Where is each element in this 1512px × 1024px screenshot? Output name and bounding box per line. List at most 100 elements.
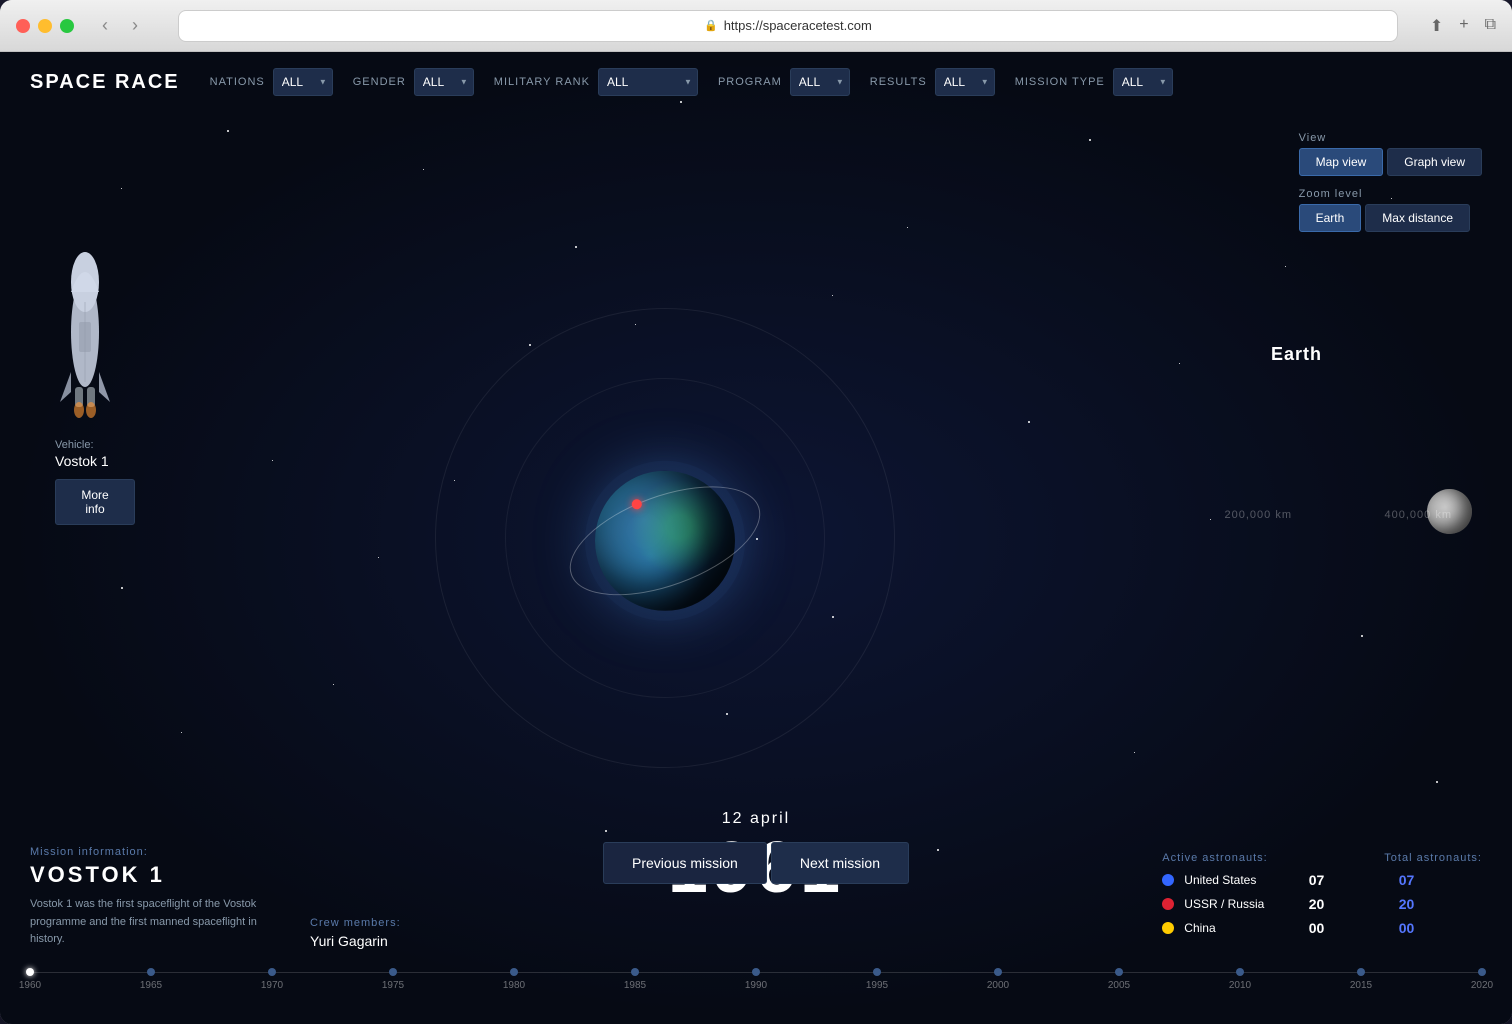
timeline-dot[interactable]: [1357, 968, 1365, 976]
view-btn-group: Map view Graph view: [1299, 148, 1482, 176]
timeline-year-label: 1990: [745, 980, 767, 991]
max-distance-zoom-button[interactable]: Max distance: [1365, 204, 1470, 232]
active-astronaut-row: USSR / Russia 20: [1162, 896, 1324, 912]
active-astronauts-label: Active astronauts:: [1162, 852, 1324, 864]
total-astronaut-row: 07: [1384, 872, 1482, 888]
earth-globe: [595, 471, 735, 611]
browser-window: ‹ › 🔒 https://spaceracetest.com ⬆ + ⧉: [0, 0, 1512, 1024]
vehicle-label: Vehicle:: [55, 439, 135, 451]
crew-name: Yuri Gagarin: [310, 933, 401, 949]
nations-select-wrapper: ALL: [273, 68, 333, 96]
total-astronauts-label: Total astronauts:: [1384, 852, 1482, 864]
earth-label: Earth: [1271, 344, 1322, 365]
timeline-dot[interactable]: [26, 968, 34, 976]
timeline-year-label: 1985: [624, 980, 646, 991]
crew-panel: Crew members: Yuri Gagarin: [310, 917, 401, 949]
close-button[interactable]: [16, 19, 30, 33]
minimize-button[interactable]: [38, 19, 52, 33]
app-header: SPACE RACE NATIONS ALL GENDER ALL: [0, 52, 1512, 112]
browser-nav: ‹ ›: [94, 11, 146, 40]
active-count: 20: [1294, 896, 1324, 912]
military-rank-select[interactable]: ALL: [598, 68, 698, 96]
rocket-container: Vehicle: Vostok 1 More info: [55, 242, 135, 525]
more-info-button[interactable]: More info: [55, 479, 135, 525]
total-count: 20: [1384, 896, 1414, 912]
timeline-year-label: 1970: [261, 980, 283, 991]
timeline-dot[interactable]: [631, 968, 639, 976]
sidebar-icon[interactable]: ⧉: [1485, 16, 1496, 36]
graph-view-button[interactable]: Graph view: [1387, 148, 1482, 176]
country-name: USSR / Russia: [1184, 897, 1284, 911]
map-view-button[interactable]: Map view: [1299, 148, 1384, 176]
forward-button[interactable]: ›: [124, 11, 146, 40]
distance-200k-label: 200,000 km: [1225, 509, 1292, 521]
app-logo: SPACE RACE: [30, 71, 180, 94]
nations-select[interactable]: ALL: [273, 68, 333, 96]
timeline-dot[interactable]: [994, 968, 1002, 976]
timeline-year-label: 2000: [987, 980, 1009, 991]
timeline-year-label: 2020: [1471, 980, 1493, 991]
total-astronauts-section: Total astronauts: 07 20 00: [1384, 852, 1482, 944]
right-controls: View Map view Graph view Zoom level Eart…: [1299, 132, 1482, 232]
new-tab-icon[interactable]: +: [1459, 16, 1468, 36]
country-name: United States: [1184, 873, 1284, 887]
timeline-dot[interactable]: [147, 968, 155, 976]
timeline: 1960196519701975198019851990199520002005…: [30, 964, 1482, 994]
nations-filter-label: NATIONS: [210, 76, 265, 88]
program-filter-group: PROGRAM ALL: [718, 68, 850, 96]
address-bar[interactable]: 🔒 https://spaceracetest.com: [178, 10, 1398, 42]
program-select[interactable]: ALL: [790, 68, 850, 96]
lock-icon: 🔒: [704, 19, 718, 32]
country-name: China: [1184, 921, 1284, 935]
military-rank-filter-label: MILITARY RANK: [494, 76, 590, 88]
app-content: SPACE RACE NATIONS ALL GENDER ALL: [0, 52, 1512, 1024]
spacecraft-dot: [631, 498, 644, 511]
crew-label: Crew members:: [310, 917, 401, 929]
timeline-dot[interactable]: [1115, 968, 1123, 976]
timeline-year-label: 2015: [1350, 980, 1372, 991]
earth-zoom-button[interactable]: Earth: [1299, 204, 1362, 232]
timeline-year-label: 1995: [866, 980, 888, 991]
maximize-button[interactable]: [60, 19, 74, 33]
total-astronaut-row: 20: [1384, 896, 1482, 912]
results-filter-group: RESULTS ALL: [870, 68, 995, 96]
gender-select-wrapper: ALL: [414, 68, 474, 96]
active-astronauts-list: United States 07 USSR / Russia 20 China …: [1162, 872, 1324, 936]
url-text: https://spaceracetest.com: [724, 18, 872, 33]
gender-filter-group: GENDER ALL: [353, 68, 474, 96]
filter-bar: NATIONS ALL GENDER ALL: [210, 68, 1482, 96]
rocket-image: [55, 242, 115, 422]
gender-select[interactable]: ALL: [414, 68, 474, 96]
military-rank-select-wrapper: ALL: [598, 68, 698, 96]
timeline-year-label: 1980: [503, 980, 525, 991]
active-astronaut-row: United States 07: [1162, 872, 1324, 888]
timeline-dot[interactable]: [1478, 968, 1486, 976]
date-day-month: 12 april: [668, 810, 844, 828]
timeline-dot[interactable]: [873, 968, 881, 976]
back-button[interactable]: ‹: [94, 11, 116, 40]
results-select-wrapper: ALL: [935, 68, 995, 96]
timeline-dot[interactable]: [1236, 968, 1244, 976]
nations-filter-group: NATIONS ALL: [210, 68, 333, 96]
timeline-year-label: 1960: [19, 980, 41, 991]
mission-info-label: Mission information:: [30, 846, 270, 858]
gender-filter-label: GENDER: [353, 76, 406, 88]
share-icon[interactable]: ⬆: [1430, 16, 1443, 36]
next-mission-button[interactable]: Next mission: [771, 842, 909, 884]
timeline-dot[interactable]: [268, 968, 276, 976]
previous-mission-button[interactable]: Previous mission: [603, 842, 767, 884]
timeline-dot[interactable]: [510, 968, 518, 976]
timeline-dot[interactable]: [389, 968, 397, 976]
program-select-wrapper: ALL: [790, 68, 850, 96]
mission-type-select[interactable]: ALL: [1113, 68, 1173, 96]
total-astronaut-row: 00: [1384, 920, 1482, 936]
country-dot: [1162, 898, 1174, 910]
program-filter-label: PROGRAM: [718, 76, 782, 88]
astronauts-panel: Active astronauts: United States 07 USSR…: [1162, 852, 1482, 944]
timeline-dot[interactable]: [752, 968, 760, 976]
country-dot: [1162, 874, 1174, 886]
browser-actions: ⬆ + ⧉: [1430, 16, 1496, 36]
active-astronauts-section: Active astronauts: United States 07 USSR…: [1162, 852, 1324, 944]
zoom-label: Zoom level: [1299, 188, 1482, 200]
results-select[interactable]: ALL: [935, 68, 995, 96]
